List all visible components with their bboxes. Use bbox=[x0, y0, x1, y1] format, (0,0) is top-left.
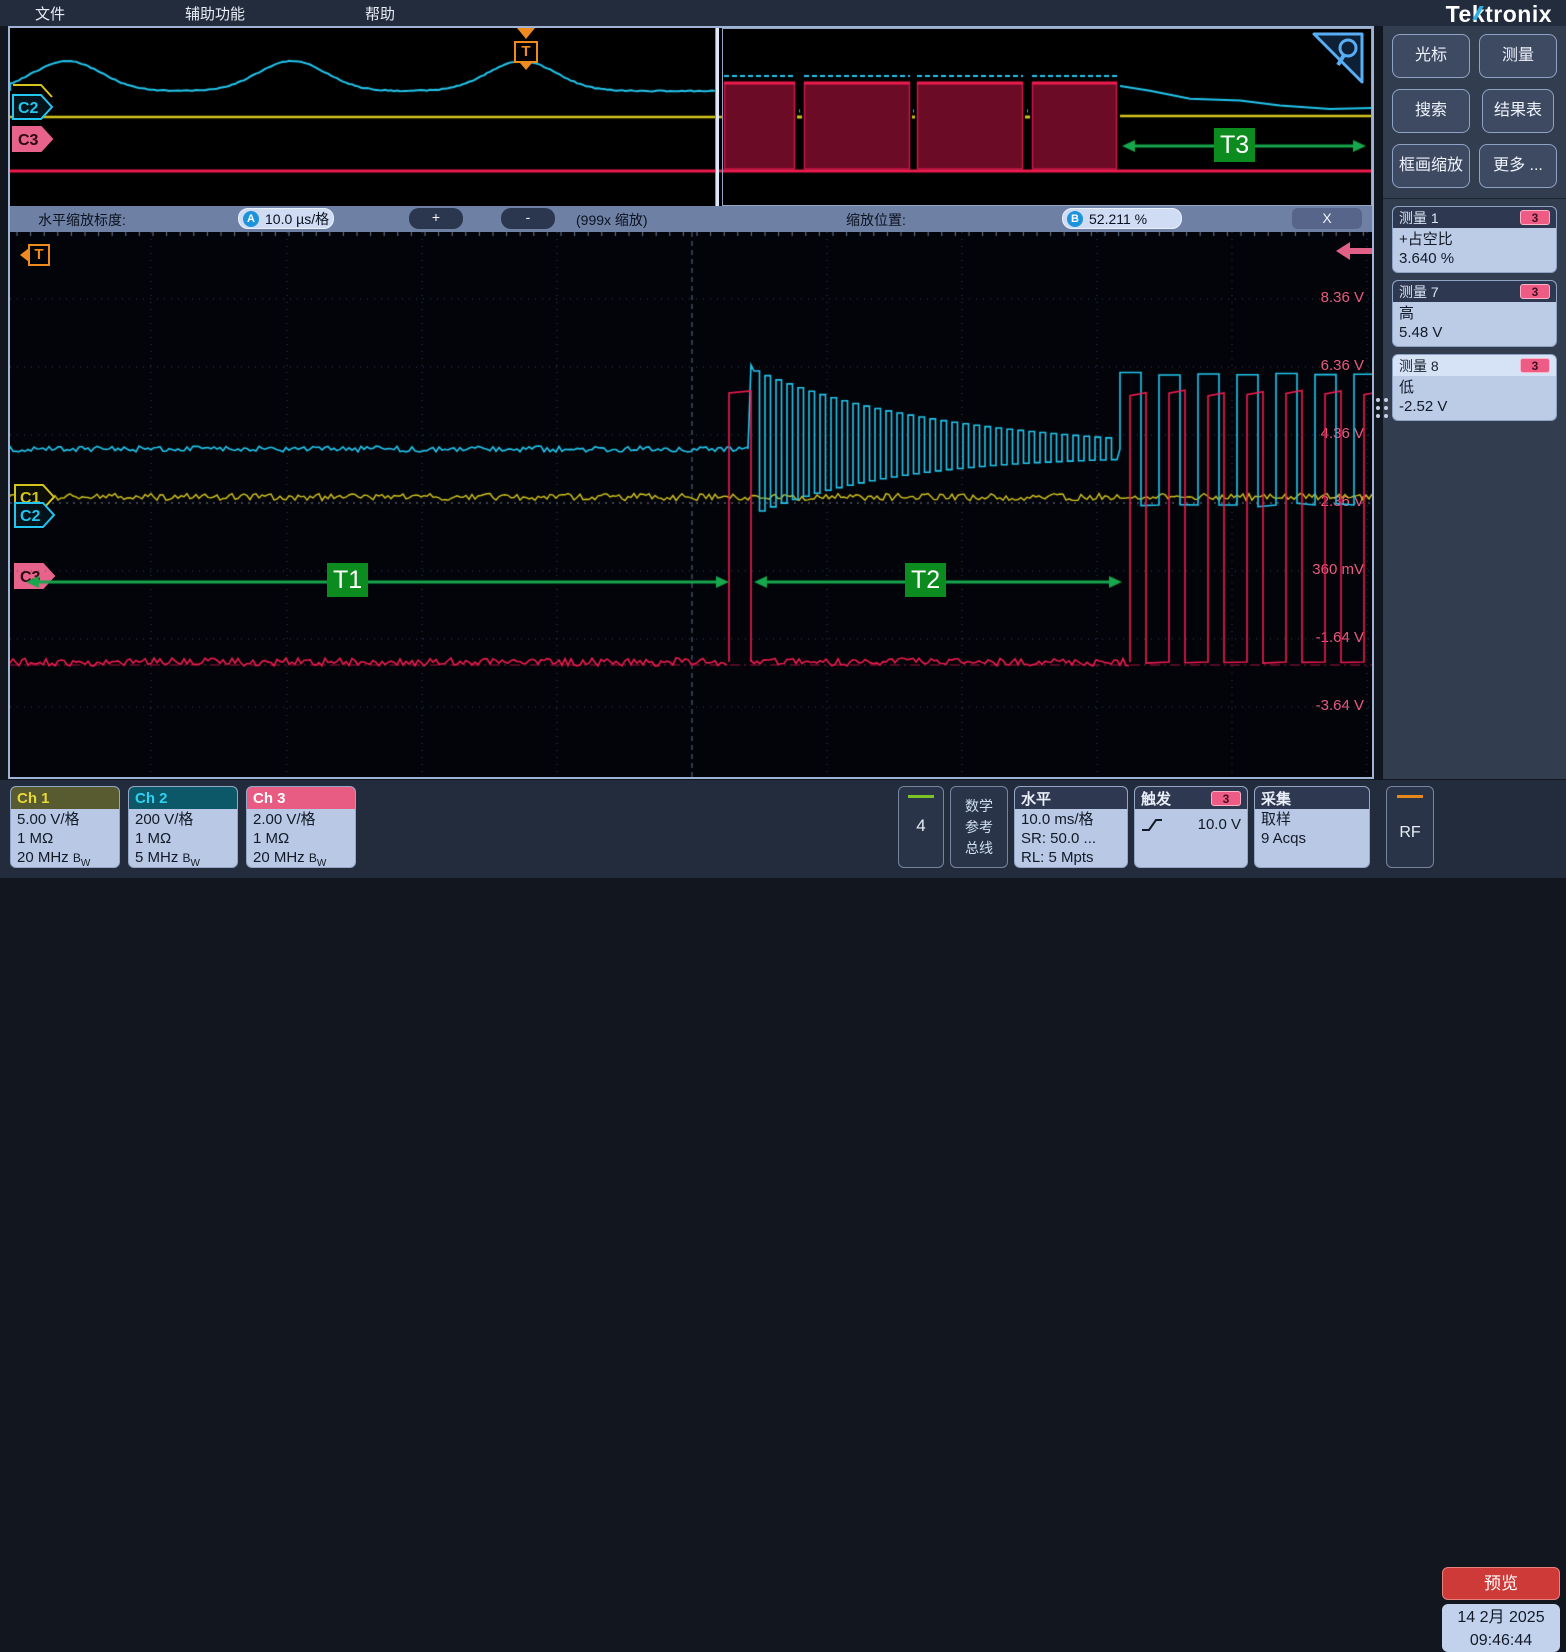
svg-text:C2: C2 bbox=[20, 508, 41, 525]
waveform-display: C2 C3 T T3 水平缩放标度: A 10.0 µs/格 bbox=[8, 26, 1374, 779]
measurement-card-8[interactable]: 测量 8 3 低 -2.52 V bbox=[1392, 354, 1557, 421]
source-badge: 3 bbox=[1520, 210, 1550, 225]
channel-badge-ch2[interactable]: Ch 2 200 V/格 1 MΩ 5 MHz BW bbox=[128, 786, 238, 868]
zoom-region[interactable] bbox=[722, 28, 1372, 206]
menu-utility[interactable]: 辅助功能 bbox=[185, 3, 245, 24]
more-button[interactable]: 更多 ... bbox=[1479, 144, 1557, 188]
t1-annotation-label: T1 bbox=[327, 563, 368, 597]
results-table-button[interactable]: 结果表 bbox=[1482, 89, 1554, 133]
sidebar-buttons: 光标 测量 搜索 结果表 框画缩放 更多 ... bbox=[1383, 26, 1566, 198]
preview-button[interactable]: 预览 bbox=[1442, 1567, 1560, 1600]
zoom-close-button[interactable]: X bbox=[1292, 208, 1362, 229]
math-ref-bus-button[interactable]: 数学 参考 总线 bbox=[950, 786, 1008, 868]
measurement-value: 5.48 V bbox=[1399, 323, 1550, 342]
menu-bar: 文件 辅助功能 帮助 Tektronix bbox=[0, 0, 1566, 26]
svg-text:C3: C3 bbox=[18, 132, 39, 149]
digital-color-line bbox=[908, 795, 934, 798]
digital-channel-button[interactable]: 4 bbox=[898, 786, 944, 868]
zoom-scale-value[interactable]: A 10.0 µs/格 bbox=[238, 208, 334, 229]
measurement-name: 低 bbox=[1399, 378, 1550, 397]
zoom-magnifier-icon[interactable] bbox=[1308, 32, 1366, 88]
b-knob-icon: B bbox=[1067, 211, 1083, 227]
rf-button[interactable]: RF bbox=[1386, 786, 1434, 868]
horizontal-badge[interactable]: 水平 10.0 ms/格 SR: 50.0 ... RL: 5 Mpts bbox=[1014, 786, 1128, 868]
channel-badge-ch3[interactable]: Ch 3 2.00 V/格 1 MΩ 20 MHz BW bbox=[246, 786, 356, 868]
zoom-position-label: 缩放位置: bbox=[846, 210, 906, 230]
trigger-source-badge: 3 bbox=[1211, 791, 1241, 806]
menu-file[interactable]: 文件 bbox=[35, 3, 65, 24]
trigger-level-offscreen-marker[interactable] bbox=[1336, 242, 1372, 260]
cursors-button[interactable]: 光标 bbox=[1392, 34, 1470, 78]
source-badge: 3 bbox=[1520, 358, 1550, 373]
measurement-card-1[interactable]: 测量 1 3 +占空比 3.640 % bbox=[1392, 206, 1557, 273]
channel-badge-ch1[interactable]: Ch 1 5.00 V/格 1 MΩ 20 MHz BW bbox=[10, 786, 120, 868]
t3-annotation-label: T3 bbox=[1214, 128, 1255, 162]
trigger-flag-letter: T bbox=[514, 41, 538, 63]
zoom-in-button[interactable]: + bbox=[409, 208, 463, 229]
trigger-triangle-icon bbox=[517, 28, 535, 39]
zoom-scale-label: 水平缩放标度: bbox=[38, 210, 126, 230]
zoom-position-value[interactable]: B 52.211 % bbox=[1062, 208, 1182, 229]
acquisition-badge[interactable]: 采集 取样 9 Acqs bbox=[1254, 786, 1370, 868]
search-button[interactable]: 搜索 bbox=[1392, 89, 1470, 133]
measurement-card-7[interactable]: 测量 7 3 高 5.48 V bbox=[1392, 280, 1557, 347]
measurement-results: 测量 1 3 +占空比 3.640 % 测量 7 3 高 5.48 V 测量 8… bbox=[1383, 198, 1566, 428]
rising-edge-icon bbox=[1141, 817, 1163, 833]
measurement-name: +占空比 bbox=[1399, 230, 1550, 249]
a-knob-icon: A bbox=[243, 211, 259, 227]
main-waveforms[interactable] bbox=[10, 232, 1372, 777]
source-badge: 3 bbox=[1520, 284, 1550, 299]
trigger-badge[interactable]: 触发 3 10.0 V bbox=[1134, 786, 1248, 868]
svg-text:C2: C2 bbox=[18, 100, 39, 117]
t2-annotation-label: T2 bbox=[905, 563, 946, 597]
trigger-position-flag[interactable]: T bbox=[511, 28, 541, 76]
draw-zoom-button[interactable]: 框画缩放 bbox=[1392, 144, 1470, 188]
channel-label-c2[interactable]: C2 bbox=[14, 502, 56, 530]
menu-help[interactable]: 帮助 bbox=[365, 3, 395, 24]
zoom-factor-readout: (999x 缩放) bbox=[576, 210, 648, 230]
panel-resize-grip[interactable] bbox=[1376, 398, 1388, 428]
measurement-name: 高 bbox=[1399, 304, 1550, 323]
channel-label-c2-overview[interactable]: C2 bbox=[12, 94, 54, 122]
oscilloscope-app: 文件 辅助功能 帮助 Tektronix C2 C3 T bbox=[0, 0, 1566, 878]
bottom-bar: Ch 1 5.00 V/格 1 MΩ 20 MHz BW Ch 2 200 V/… bbox=[0, 780, 1566, 878]
trigger-offscreen-marker[interactable]: T bbox=[20, 244, 50, 266]
measurement-value: -2.52 V bbox=[1399, 397, 1550, 416]
overview-strip[interactable]: C2 C3 T T3 bbox=[10, 28, 1372, 206]
rf-color-line bbox=[1397, 795, 1423, 798]
datetime-display: 14 2月 2025 09:46:44 bbox=[1442, 1604, 1560, 1652]
zoom-out-button[interactable]: - bbox=[501, 208, 555, 229]
measurement-value: 3.640 % bbox=[1399, 249, 1550, 268]
channel-label-c3-overview[interactable]: C3 bbox=[12, 126, 54, 154]
tektronix-logo: Tektronix bbox=[1446, 1, 1552, 28]
sidebar: 光标 测量 搜索 结果表 框画缩放 更多 ... 测量 1 3 +占空比 3.6… bbox=[1383, 26, 1566, 779]
measure-button[interactable]: 测量 bbox=[1479, 34, 1557, 78]
zoom-region-left-edge[interactable] bbox=[715, 28, 719, 206]
main-graticule[interactable]: 8.36 V 6.36 V 4.36 V 2.36 V 360 mV -1.64… bbox=[10, 232, 1372, 777]
zoom-control-bar: 水平缩放标度: A 10.0 µs/格 + - (999x 缩放) 缩放位置: … bbox=[10, 206, 1372, 232]
